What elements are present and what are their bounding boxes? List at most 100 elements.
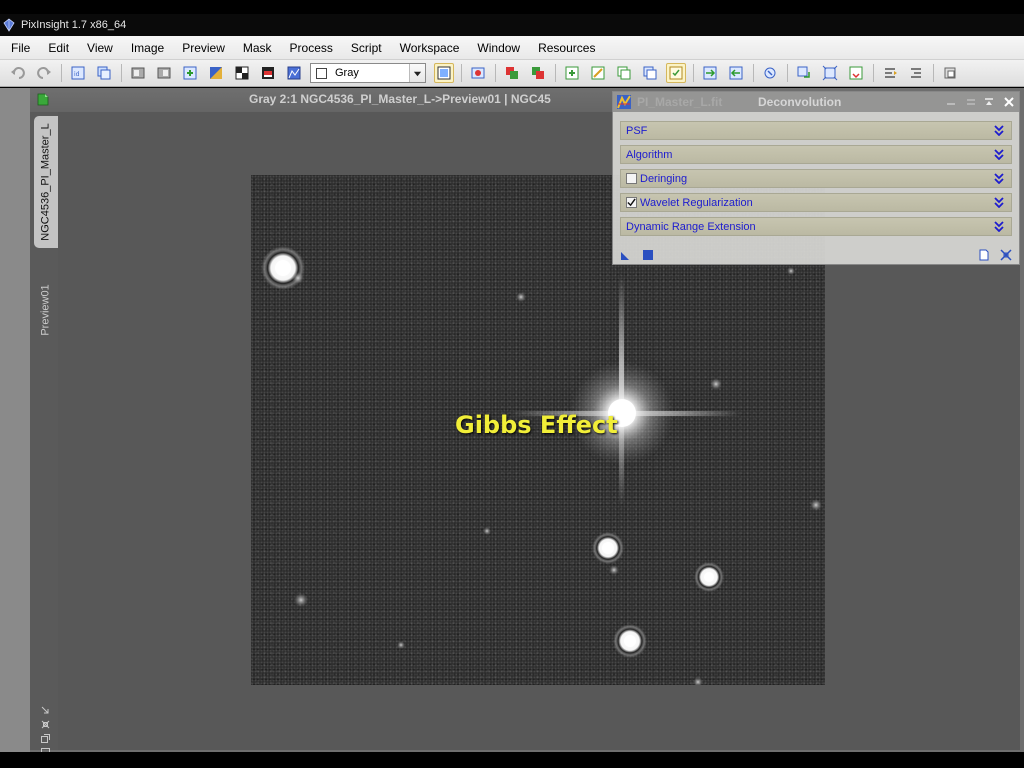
tab-main-view[interactable]: NGC4536_PI_Master_L: [34, 116, 58, 248]
deconvolution-panel[interactable]: PI_Master_L.fit Deconvolution PSF Algori…: [612, 91, 1020, 265]
identifier-icon: id: [71, 66, 85, 80]
menu-resources[interactable]: Resources: [529, 36, 604, 60]
minimize-icon: [947, 103, 955, 105]
fit-button[interactable]: [820, 63, 840, 83]
expand-icon[interactable]: [992, 124, 1006, 138]
identifier-button[interactable]: id: [68, 63, 88, 83]
view-tab-strip: NGC4536_PI_Master_L Preview01: [30, 112, 58, 757]
reset-parameters-button[interactable]: [999, 248, 1013, 262]
import-button[interactable]: [726, 63, 746, 83]
shrink-icon[interactable]: [40, 705, 51, 716]
close-button[interactable]: [1001, 94, 1017, 110]
wavelet-regularization-checkbox[interactable]: [626, 197, 637, 208]
toolbar-separator: [873, 64, 874, 82]
toolbar-separator: [753, 64, 754, 82]
process-icon: [617, 95, 631, 109]
deconvolution-titlebar[interactable]: PI_Master_L.fit Deconvolution: [613, 92, 1019, 112]
expand-icon[interactable]: [992, 220, 1006, 234]
display-channel-button[interactable]: [434, 63, 454, 83]
new-window-button[interactable]: [562, 63, 582, 83]
toolbar-separator: [495, 64, 496, 82]
mask-button[interactable]: [206, 63, 226, 83]
edit-button[interactable]: [588, 63, 608, 83]
color-button[interactable]: [528, 63, 548, 83]
toolbar-separator: [933, 64, 934, 82]
fit-view-icon[interactable]: [40, 719, 51, 730]
expand-icon[interactable]: [992, 196, 1006, 210]
menu-preview[interactable]: Preview: [173, 36, 234, 60]
menu-workspace[interactable]: Workspace: [391, 36, 469, 60]
mask-icon: [210, 67, 222, 79]
apply-global-button[interactable]: [641, 248, 655, 262]
fit-icon: [822, 65, 838, 81]
align-left-button[interactable]: [880, 63, 900, 83]
process-button[interactable]: [760, 63, 780, 83]
settings-button[interactable]: [940, 63, 960, 83]
menu-file[interactable]: File: [0, 36, 39, 60]
new-preview-button[interactable]: [180, 63, 200, 83]
document-icon: [37, 93, 49, 106]
menu-bar: File Edit View Image Preview Mask Proces…: [0, 36, 1024, 60]
transfer-button[interactable]: [794, 63, 814, 83]
histogram-button[interactable]: [284, 63, 304, 83]
rgb-icon: [471, 67, 485, 79]
section-psf[interactable]: PSF: [620, 121, 1012, 140]
invert-button[interactable]: [258, 63, 278, 83]
new-instance-button[interactable]: [619, 248, 633, 262]
select-button[interactable]: [666, 63, 686, 83]
menu-edit[interactable]: Edit: [39, 36, 78, 60]
align-right-button[interactable]: [906, 63, 926, 83]
zoom-fit-icon: [131, 67, 145, 79]
svg-text:id: id: [74, 71, 80, 78]
section-deringing[interactable]: Deringing: [620, 169, 1012, 188]
deconvolution-title: Deconvolution: [758, 95, 842, 109]
apply-global-icon: [643, 250, 653, 260]
minimize-button[interactable]: [943, 94, 959, 110]
maximize-button[interactable]: [981, 94, 997, 110]
window-title: PixInsight 1.7 x86_64: [21, 19, 127, 31]
colorspace-select[interactable]: Gray: [310, 63, 426, 83]
redo-button[interactable]: [34, 63, 54, 83]
clone-button[interactable]: [94, 63, 114, 83]
redo-icon: [37, 67, 51, 79]
expand-icon[interactable]: [992, 172, 1006, 186]
undo-button[interactable]: [8, 63, 28, 83]
zoom-button[interactable]: [154, 63, 174, 83]
workspace-left-strip: [0, 88, 30, 752]
toolbar-separator: [461, 64, 462, 82]
stf-icon: [235, 66, 249, 80]
reset-button[interactable]: [640, 63, 660, 83]
readout-button[interactable]: [502, 63, 522, 83]
menu-mask[interactable]: Mask: [234, 36, 281, 60]
stf-button[interactable]: [232, 63, 252, 83]
restore-icon[interactable]: [40, 733, 51, 744]
chevron-down-icon: [409, 64, 425, 82]
section-wavelet-regularization[interactable]: Wavelet Regularization: [620, 193, 1012, 212]
section-algorithm[interactable]: Algorithm: [620, 145, 1012, 164]
maximize-icon: [985, 98, 993, 105]
settings-icon: [944, 67, 956, 79]
toolbar-separator: [693, 64, 694, 82]
view-corner-controls: [38, 705, 52, 758]
new-instance-icon: [621, 252, 629, 260]
menu-window[interactable]: Window: [468, 36, 529, 60]
display-channel-icon: [437, 66, 451, 80]
zoom-fit-button[interactable]: [128, 63, 148, 83]
menu-script[interactable]: Script: [342, 36, 391, 60]
export-button[interactable]: [700, 63, 720, 83]
script-document-button[interactable]: [977, 248, 991, 262]
menu-image[interactable]: Image: [122, 36, 173, 60]
shade-button[interactable]: [963, 94, 979, 110]
save-button[interactable]: [846, 63, 866, 83]
deringing-checkbox[interactable]: [626, 173, 637, 184]
image-window-title: Gray 2:1 NGC4536_PI_Master_L->Preview01 …: [249, 92, 551, 106]
menu-process[interactable]: Process: [281, 36, 342, 60]
menu-view[interactable]: View: [78, 36, 122, 60]
gray-swatch-icon: [316, 67, 327, 79]
rgb-button[interactable]: [468, 63, 488, 83]
tab-preview01[interactable]: Preview01: [34, 270, 58, 350]
section-dynamic-range-extension[interactable]: Dynamic Range Extension: [620, 217, 1012, 236]
duplicate-button[interactable]: [614, 63, 634, 83]
deconvolution-footer: [613, 245, 1019, 265]
expand-icon[interactable]: [992, 148, 1006, 162]
